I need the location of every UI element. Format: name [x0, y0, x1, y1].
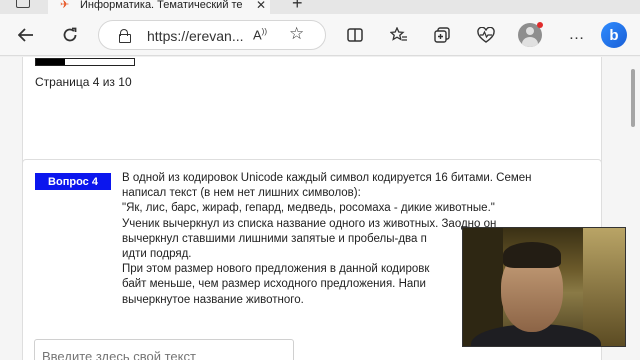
- question-line: написал текст (в нем нет лишних символов…: [122, 187, 361, 200]
- browser-toolbar: https://erevan... A)) ☆ … b: [0, 14, 640, 56]
- question-badge: Вопрос 4: [35, 173, 111, 190]
- more-options-icon[interactable]: …: [565, 23, 589, 47]
- address-bar[interactable]: https://erevan... A)) ☆: [98, 20, 326, 50]
- webcam-overlay: [462, 227, 626, 347]
- tab-strip: ✈ Информатика. Тематический те ✕ +: [0, 0, 640, 14]
- question-line: "Як, лис, барс, жираф, гепард, медведь, …: [122, 202, 495, 215]
- favorite-star-icon[interactable]: ☆: [289, 24, 304, 44]
- favorites-icon[interactable]: [387, 23, 411, 47]
- heart-monitor-icon[interactable]: [474, 23, 498, 47]
- scrollbar-thumb[interactable]: [631, 69, 635, 127]
- page-scrollbar[interactable]: [628, 57, 640, 360]
- split-screen-icon[interactable]: [343, 23, 367, 47]
- notification-dot: [537, 22, 543, 28]
- webcam-person-hair: [503, 242, 561, 268]
- new-tab-icon[interactable]: +: [292, 0, 303, 12]
- question-line: В одной из кодировок Unicode каждый симв…: [122, 172, 532, 184]
- airplane-icon: ✈: [60, 0, 70, 11]
- tab-title: Информатика. Тематический те: [80, 0, 243, 11]
- tab-actions-icon[interactable]: [16, 0, 30, 8]
- page-counter: Страница 4 из 10: [35, 75, 132, 89]
- back-arrow-icon[interactable]: [14, 23, 38, 47]
- answer-input[interactable]: [34, 339, 294, 360]
- browser-tab[interactable]: ✈ Информатика. Тематический те ✕: [48, 0, 270, 14]
- refresh-icon[interactable]: [58, 23, 82, 47]
- close-icon[interactable]: ✕: [256, 0, 266, 12]
- progress-fill: [36, 59, 66, 65]
- bing-copilot-icon[interactable]: b: [601, 22, 627, 48]
- webcam-background: [583, 228, 625, 346]
- url-text: https://erevan...: [147, 28, 244, 44]
- quiz-progress-bar: [35, 58, 135, 66]
- collections-icon[interactable]: [430, 23, 454, 47]
- lock-icon[interactable]: [119, 29, 131, 43]
- read-aloud-icon[interactable]: A)): [253, 27, 267, 42]
